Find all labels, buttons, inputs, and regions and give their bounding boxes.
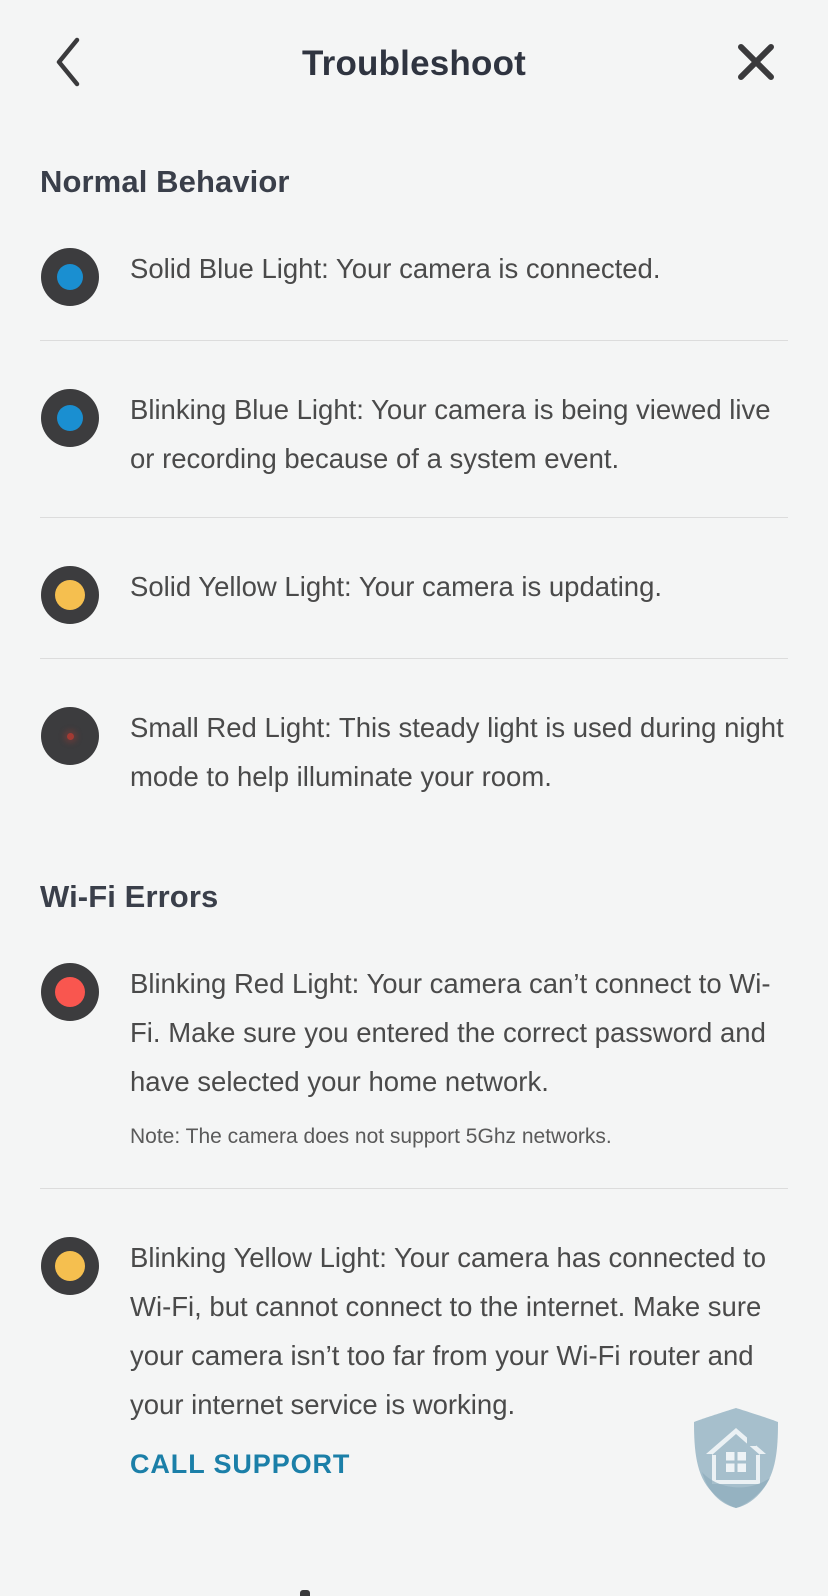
cutoff-content-sliver bbox=[300, 1590, 310, 1596]
led-core-small-red-icon bbox=[66, 732, 74, 740]
page-title: Troubleshoot bbox=[301, 44, 527, 83]
led-indicator-small-red bbox=[40, 703, 100, 765]
list-item-text: Small Red Light: This steady light is us… bbox=[130, 712, 784, 792]
led-housing-icon bbox=[41, 963, 99, 1021]
list-item: Blinking Red Light: Your camera can’t co… bbox=[40, 959, 788, 1154]
led-housing-icon bbox=[41, 707, 99, 765]
list-item: Blinking Blue Light: Your camera is bein… bbox=[40, 385, 788, 483]
led-indicator-solid-blue bbox=[40, 244, 100, 306]
section-heading-normal-behavior: Normal Behavior bbox=[40, 164, 290, 199]
chevron-left-icon bbox=[51, 36, 85, 93]
led-indicator-blinking-yellow bbox=[40, 1233, 100, 1295]
led-housing-icon bbox=[41, 248, 99, 306]
troubleshoot-content: Normal Behavior Solid Blue Light: Your c… bbox=[0, 128, 828, 1480]
list-item: Blinking Yellow Light: Your camera has c… bbox=[40, 1233, 788, 1429]
list-item-text: Solid Blue Light: Your camera is connect… bbox=[130, 253, 661, 284]
close-button[interactable] bbox=[726, 34, 786, 94]
led-indicator-blinking-blue bbox=[40, 385, 100, 447]
led-indicator-solid-yellow bbox=[40, 562, 100, 624]
list-item: Solid Yellow Light: Your camera is updat… bbox=[40, 562, 788, 624]
led-indicator-blinking-red bbox=[40, 959, 100, 1021]
led-core-red-icon bbox=[55, 977, 85, 1007]
led-housing-icon bbox=[41, 566, 99, 624]
led-core-yellow-icon bbox=[55, 1251, 85, 1281]
list-item-text: Solid Yellow Light: Your camera is updat… bbox=[130, 571, 663, 602]
led-core-blue-icon bbox=[57, 264, 83, 290]
list-item-text: Blinking Red Light: Your camera can’t co… bbox=[130, 968, 771, 1097]
list-item: Small Red Light: This steady light is us… bbox=[40, 703, 788, 801]
led-housing-icon bbox=[41, 389, 99, 447]
led-housing-icon bbox=[41, 1237, 99, 1295]
led-core-blue-icon bbox=[57, 405, 83, 431]
call-support-link[interactable]: CALL SUPPORT bbox=[130, 1449, 350, 1480]
section-heading-wifi-errors: Wi-Fi Errors bbox=[40, 879, 219, 914]
close-icon bbox=[735, 41, 777, 88]
page-header: Troubleshoot bbox=[0, 0, 828, 128]
list-item-text: Blinking Blue Light: Your camera is bein… bbox=[130, 394, 771, 474]
led-core-yellow-icon bbox=[55, 580, 85, 610]
list-item: Solid Blue Light: Your camera is connect… bbox=[40, 244, 788, 306]
list-item-text: Blinking Yellow Light: Your camera has c… bbox=[130, 1242, 766, 1420]
list-item-note: Note: The camera does not support 5Ghz n… bbox=[130, 1125, 612, 1148]
back-button[interactable] bbox=[38, 34, 98, 94]
